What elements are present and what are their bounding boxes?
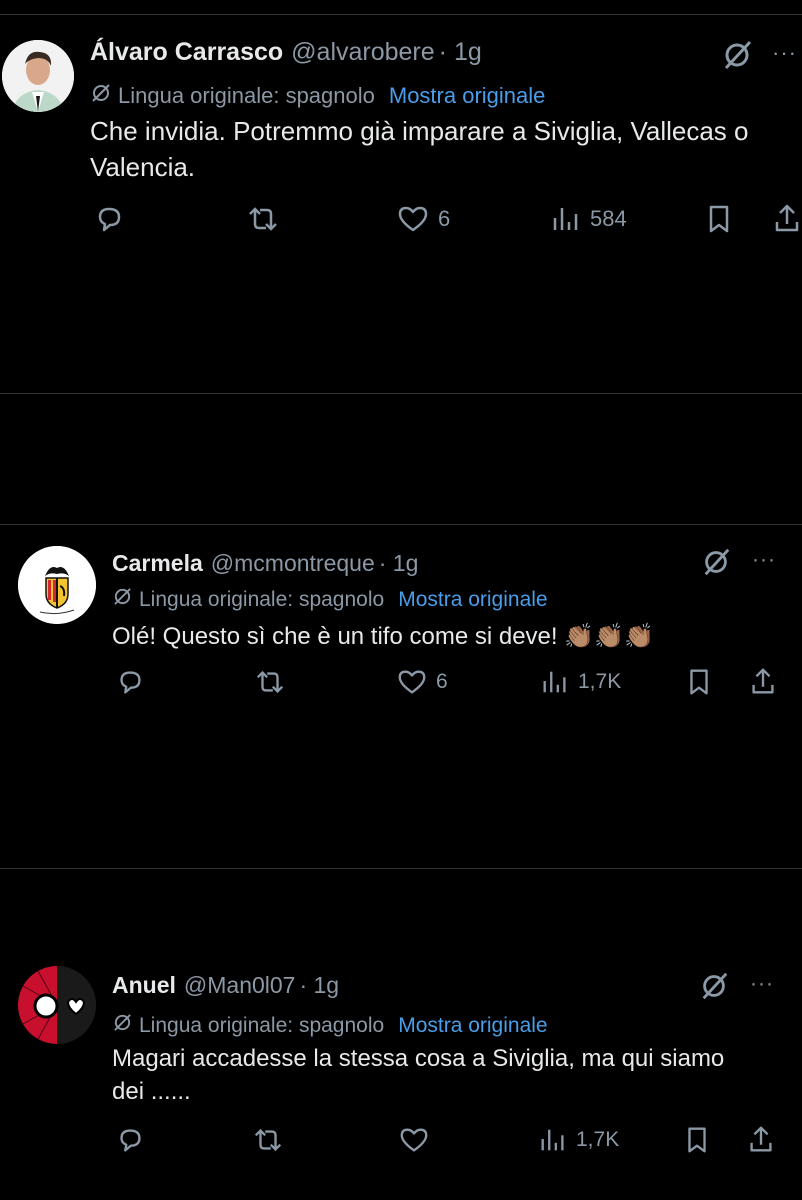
repost-button[interactable] (250, 1124, 286, 1156)
bookmark-icon (688, 1127, 706, 1153)
repost-icon (249, 207, 277, 231)
heart-icon (398, 206, 428, 232)
share-button[interactable] (746, 1124, 776, 1156)
grok-icon[interactable] (698, 970, 730, 1007)
timestamp[interactable]: · 1g (439, 38, 482, 67)
display-name[interactable]: Anuel (112, 972, 176, 999)
tweet-header: Álvaro Carrasco @alvarobere · 1g (90, 38, 482, 67)
view-count: 1,7K (578, 670, 622, 693)
translate-icon (112, 1012, 133, 1039)
share-button[interactable] (748, 666, 778, 698)
show-original-link[interactable]: Mostra originale (389, 83, 546, 109)
show-original-link[interactable]: Mostra originale (398, 588, 547, 612)
reply-button[interactable] (114, 1124, 146, 1156)
reply-icon (98, 207, 121, 232)
like-button[interactable]: 6 (396, 666, 448, 698)
bookmark-icon (709, 205, 729, 233)
translate-icon (112, 586, 133, 613)
avatar[interactable] (18, 966, 96, 1044)
repost-button[interactable] (252, 666, 288, 698)
tweet-2[interactable]: Carmela @mcmontreque · 1g ··· Lingua ori… (0, 524, 802, 868)
tweet-text: Olé! Questo sì che è un tifo come si dev… (112, 623, 654, 650)
bookmark-button[interactable] (684, 666, 714, 698)
tweet-header: Carmela @mcmontreque · 1g (112, 550, 418, 577)
like-count: 6 (438, 206, 451, 231)
views-icon (553, 208, 578, 230)
translation-notice: Lingua originale: spagnolo Mostra origin… (90, 82, 545, 110)
views-icon (541, 1129, 564, 1151)
share-icon (775, 204, 799, 232)
original-language-label: Lingua originale: spagnolo (139, 1013, 385, 1037)
user-handle[interactable]: @alvarobere (291, 38, 435, 67)
avatar[interactable] (18, 546, 96, 624)
share-icon (752, 668, 774, 694)
original-language-label: Lingua originale: spagnolo (118, 83, 375, 108)
action-bar: 1,7K (0, 1124, 802, 1164)
reply-button[interactable] (114, 666, 146, 698)
share-icon (750, 1126, 772, 1152)
like-button[interactable] (398, 1124, 438, 1156)
original-language-label: Lingua originale: spagnolo (139, 587, 385, 611)
tweet-text: Magari accadesse la stessa cosa a Sivigl… (112, 1045, 725, 1106)
reply-button[interactable] (92, 202, 126, 236)
bookmark-button[interactable] (704, 202, 734, 236)
repost-button[interactable] (244, 202, 282, 236)
tweet-3[interactable]: Anuel @Man0l07 · 1g ··· Lingua originale… (0, 868, 802, 1200)
show-original-link[interactable]: Mostra originale (398, 1014, 547, 1038)
heart-icon (398, 670, 426, 694)
reply-icon (120, 1129, 141, 1152)
user-handle[interactable]: @mcmontreque (211, 550, 375, 577)
bookmark-icon (690, 669, 708, 695)
display-name[interactable]: Carmela (112, 550, 203, 577)
avatar[interactable] (2, 40, 74, 112)
view-count: 1,7K (576, 1128, 620, 1151)
more-options-icon[interactable]: ··· (750, 972, 774, 996)
bookmark-button[interactable] (682, 1124, 712, 1156)
more-options-icon[interactable]: ··· (772, 40, 797, 66)
like-count: 6 (436, 670, 448, 693)
translation-notice: Lingua originale: spagnolo Mostra origin… (112, 586, 548, 613)
translate-icon (90, 82, 112, 110)
views-button[interactable]: 1,7K (540, 666, 621, 698)
more-options-icon[interactable]: ··· (752, 548, 776, 572)
reply-icon (120, 671, 141, 694)
grok-icon[interactable] (700, 546, 732, 583)
display-name[interactable]: Álvaro Carrasco (90, 38, 283, 67)
repost-icon (254, 1128, 282, 1152)
timestamp[interactable]: · 1g (299, 972, 339, 999)
timestamp[interactable]: · 1g (379, 550, 419, 577)
tweet-header: Anuel @Man0l07 · 1g (112, 972, 339, 999)
like-button[interactable]: 6 (396, 202, 450, 236)
heart-icon (400, 1128, 428, 1152)
translation-notice: Lingua originale: spagnolo Mostra origin… (112, 1012, 548, 1039)
view-count: 584 (590, 206, 627, 231)
views-icon (543, 671, 566, 693)
action-bar: 6 584 (0, 202, 802, 242)
views-button[interactable]: 1,7K (538, 1124, 619, 1156)
tweet-divider (0, 393, 802, 394)
grok-icon[interactable] (720, 38, 754, 77)
action-bar: 6 1,7K (0, 666, 802, 706)
user-handle[interactable]: @Man0l07 (184, 972, 296, 999)
tweet-1[interactable]: Álvaro Carrasco @alvarobere · 1g ··· Lin… (0, 0, 802, 393)
repost-icon (256, 670, 284, 694)
share-button[interactable] (772, 202, 802, 236)
tweet-text: Che invidia. Potremmo già imparare a Siv… (90, 116, 749, 182)
views-button[interactable]: 584 (550, 202, 627, 236)
